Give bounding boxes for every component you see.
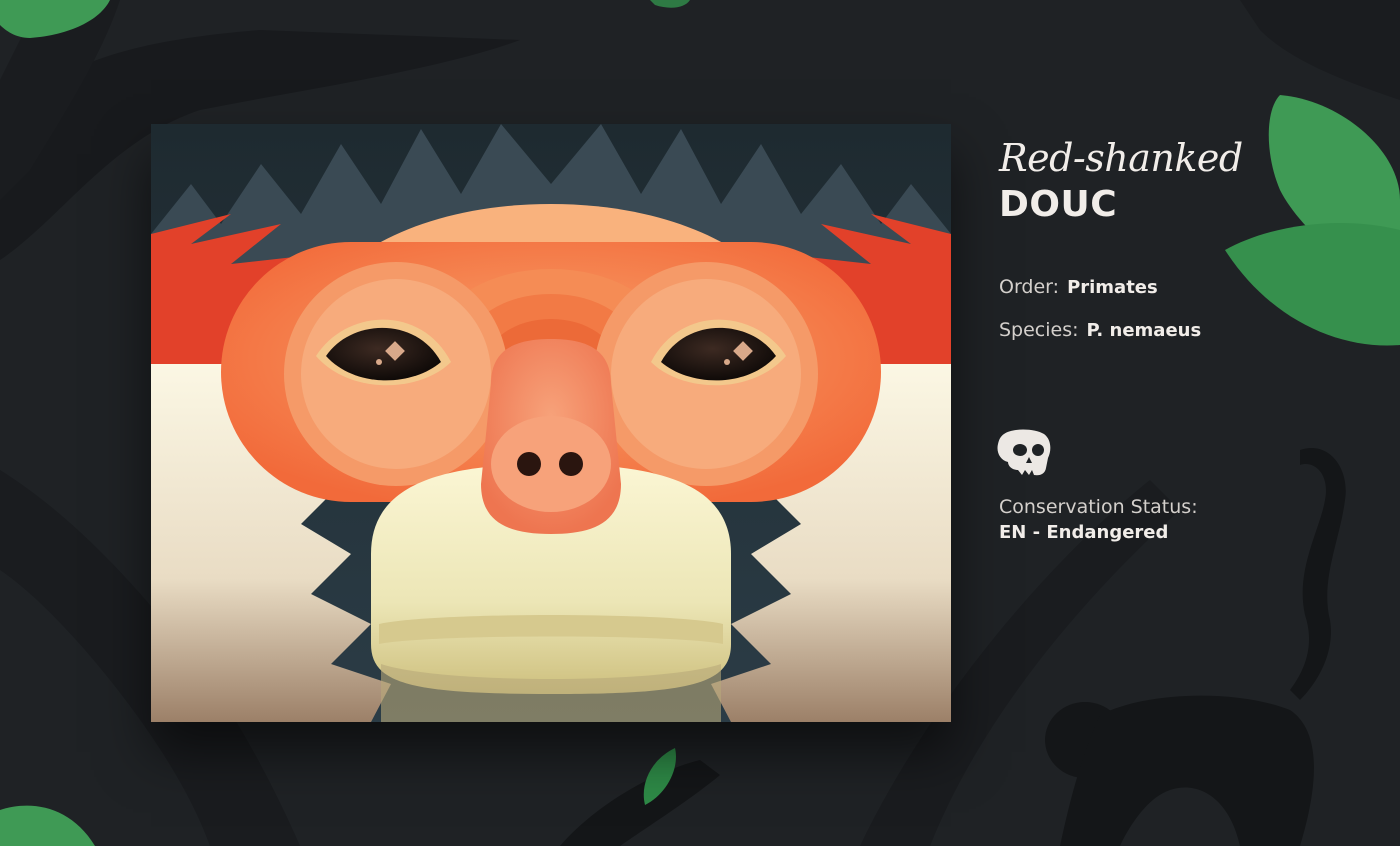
left-nostril: [517, 452, 541, 476]
conservation-status-value: EN - Endangered: [999, 522, 1169, 543]
order-label: Order:: [999, 276, 1060, 298]
conservation-status-label: Conservation Status:: [999, 496, 1198, 518]
species-value: P. nemaeus: [1086, 320, 1202, 341]
douc-face-illustration: [151, 124, 951, 722]
common-name-script: Red-shanked: [999, 136, 1243, 180]
order-row: Order: Primates: [999, 276, 1158, 298]
species-label: Species:: [999, 319, 1079, 341]
nose-tip: [491, 416, 611, 512]
leaf-shape: [1225, 222, 1400, 346]
right-nostril: [559, 452, 583, 476]
leaf-shape: [650, 0, 690, 8]
order-value: Primates: [1067, 277, 1158, 298]
branch-shape: [560, 760, 720, 846]
species-row: Species: P. nemaeus: [999, 319, 1201, 341]
common-name-title: DOUC: [999, 184, 1118, 225]
leaf-shape: [0, 805, 95, 846]
douc-portrait-card: [151, 124, 951, 722]
branch-shape: [1240, 0, 1400, 100]
skull-icon: [997, 429, 1051, 476]
